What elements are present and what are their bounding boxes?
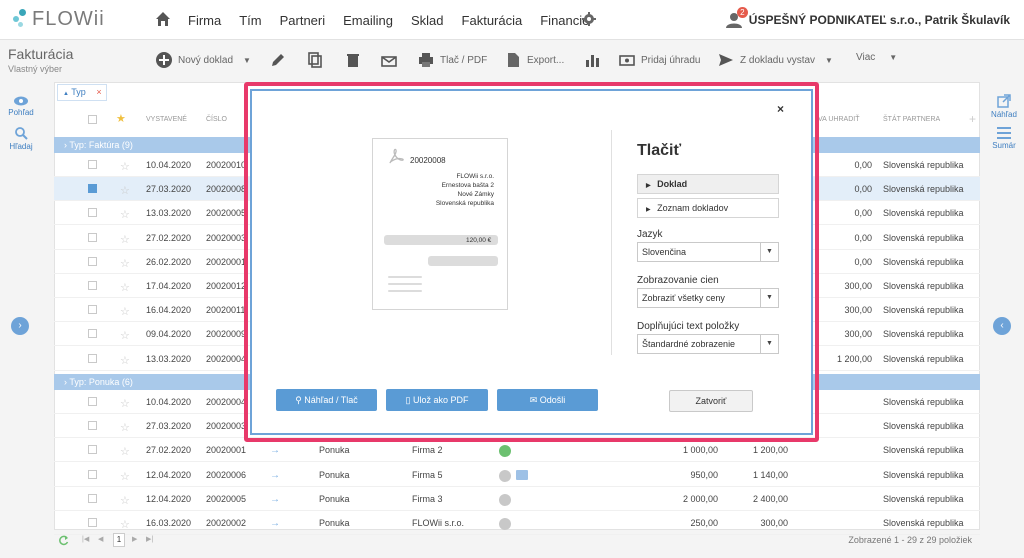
language-value: Slovenčina bbox=[642, 247, 687, 257]
chevron-down-icon: ▼ bbox=[760, 289, 778, 307]
send-label: Odošli bbox=[539, 395, 566, 405]
preview-document-number: 20020008 bbox=[410, 156, 446, 165]
preview-address: FLOWii s.r.o. Ernestova bašta 2 Nové Zám… bbox=[372, 173, 494, 213]
extra-text-select[interactable]: Štandardné zobrazenie ▼ bbox=[637, 334, 779, 354]
preview-amount: 120,00 € bbox=[466, 237, 492, 244]
tab-document[interactable]: ▶ Doklad bbox=[637, 174, 779, 194]
preview-placeholder-line bbox=[388, 283, 422, 285]
file-icon: ▯ bbox=[405, 395, 411, 405]
extra-text-label: Doplňujúci text položky bbox=[637, 321, 740, 332]
tab-document-list-label: Zoznam dokladov bbox=[657, 203, 729, 213]
close-button[interactable]: Zatvoriť bbox=[669, 390, 753, 412]
pdf-icon bbox=[389, 148, 404, 164]
tab-document-list[interactable]: ▶ Zoznam dokladov bbox=[637, 198, 779, 218]
close-icon[interactable]: × bbox=[777, 102, 784, 116]
preview-placeholder-line bbox=[388, 290, 422, 292]
tab-document-label: Doklad bbox=[657, 179, 688, 189]
chevron-down-icon: ▼ bbox=[760, 243, 778, 261]
caret-right-icon: ▶ bbox=[646, 183, 651, 189]
preview-placeholder-bar bbox=[428, 256, 498, 266]
modal-divider bbox=[611, 130, 612, 355]
print-dialog bbox=[250, 89, 813, 435]
preview-placeholder-line bbox=[388, 276, 422, 278]
caret-right-icon: ▶ bbox=[646, 207, 651, 213]
price-display-value: Zobraziť všetky ceny bbox=[642, 293, 725, 303]
envelope-icon: ✉ bbox=[529, 395, 538, 405]
save-pdf-button[interactable]: ▯ Ulož ako PDF bbox=[386, 389, 488, 411]
chevron-down-icon: ▼ bbox=[760, 335, 778, 353]
preview-print-button[interactable]: ⚲ Náhľad / Tlač bbox=[276, 389, 377, 411]
extra-text-value: Štandardné zobrazenie bbox=[642, 339, 736, 349]
preview-address-line: Nové Zámky bbox=[457, 191, 494, 198]
search-icon: ⚲ bbox=[295, 395, 302, 405]
preview-print-label: Náhľad / Tlač bbox=[304, 395, 358, 405]
language-label: Jazyk bbox=[637, 229, 663, 240]
save-pdf-label: Ulož ako PDF bbox=[412, 395, 469, 405]
send-button[interactable]: ✉ Odošli bbox=[497, 389, 598, 411]
price-display-label: Zobrazovanie cien bbox=[637, 275, 719, 286]
modal-title: Tlačiť bbox=[637, 142, 682, 159]
preview-address-line: FLOWii s.r.o. bbox=[456, 173, 494, 180]
close-label: Zatvoriť bbox=[695, 396, 727, 406]
preview-address-line: Slovenská republika bbox=[435, 200, 494, 207]
price-display-select[interactable]: Zobraziť všetky ceny ▼ bbox=[637, 288, 779, 308]
preview-address-line: Ernestova bašta 2 bbox=[441, 182, 494, 189]
language-select[interactable]: Slovenčina ▼ bbox=[637, 242, 779, 262]
